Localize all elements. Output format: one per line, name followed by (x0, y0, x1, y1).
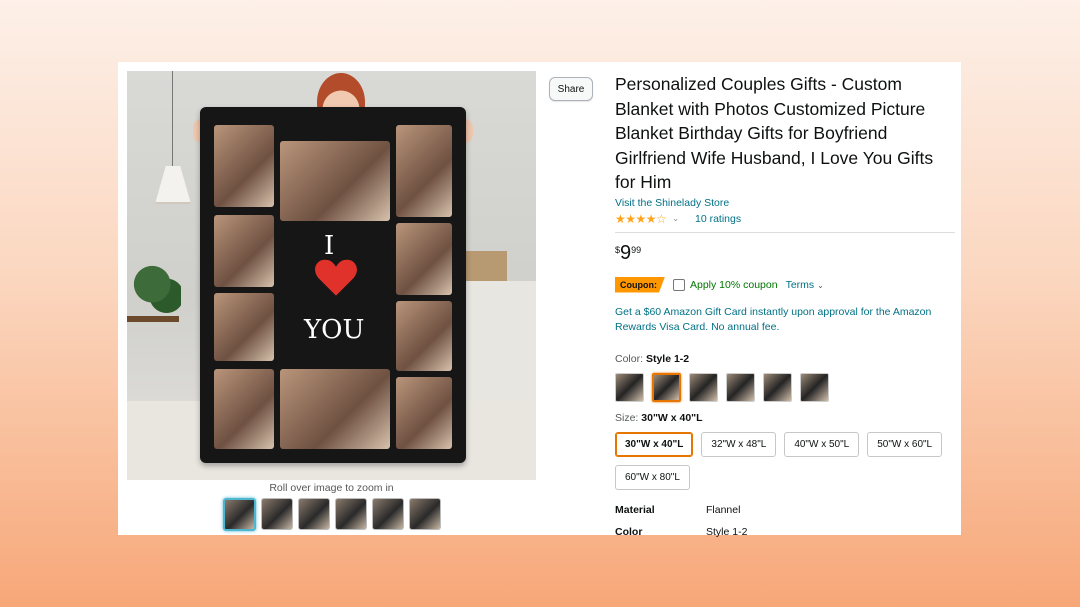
zoom-hint: Roll over image to zoom in (269, 482, 394, 494)
coupon-terms-link[interactable]: Terms ⌄ (786, 279, 824, 291)
star-rating-icon[interactable]: ★★★★☆ (615, 212, 667, 226)
divider (615, 231, 955, 233)
collage-photo (214, 215, 274, 287)
spec-value: Style 1-2 (706, 525, 748, 538)
thumbnail-1[interactable] (223, 498, 256, 531)
product-card: I YOU Roll over image to zoom in Share P… (118, 62, 961, 538)
size-option[interactable]: 60"W x 80"L (615, 464, 690, 490)
product-title: Personalized Couples Gifts - Custom Blan… (615, 74, 934, 192)
size-option[interactable]: 32"W x 48"L (701, 431, 777, 457)
price-whole: 9 (620, 241, 632, 264)
size-option[interactable]: 50"W x 60"L (867, 431, 943, 457)
main-product-image[interactable]: I YOU (127, 71, 536, 480)
lamp-decor (155, 166, 191, 204)
thumbnail-3[interactable] (298, 498, 330, 530)
blanket: I YOU (200, 107, 466, 463)
ratings-count-link[interactable]: 10 ratings (695, 213, 741, 225)
collage-photo (280, 141, 390, 221)
color-swatches (615, 372, 955, 402)
chevron-down-icon[interactable]: ⌄ (672, 214, 679, 223)
spec-key: Color (615, 525, 643, 538)
color-swatch[interactable] (689, 372, 718, 402)
spec-row-color: Color Style 1-2 (615, 526, 955, 538)
heart-icon (315, 259, 357, 296)
spec-key: Material (615, 503, 655, 516)
size-option[interactable]: 40"W x 50"L (784, 431, 860, 457)
collage-photo (396, 223, 452, 295)
thumbnail-4[interactable] (335, 498, 367, 530)
color-selected: Style 1-2 (645, 352, 690, 365)
chevron-down-icon: ⌄ (817, 280, 824, 290)
size-options: 30"W x 40"L 32"W x 48"L 40"W x 50"L 50"W… (615, 431, 960, 490)
share-button[interactable]: Share (549, 77, 593, 101)
rating-row: ★★★★☆ ⌄ 10 ratings (615, 212, 955, 226)
color-swatch-selected[interactable] (652, 372, 681, 402)
size-selected: 30"W x 40"L (641, 411, 703, 424)
size-label: Size: (615, 411, 639, 424)
thumbnail-5[interactable] (372, 498, 404, 530)
color-swatch[interactable] (800, 372, 829, 402)
collage-photo (396, 377, 452, 449)
collage-photo (214, 293, 274, 361)
coupon-label[interactable]: Apply 10% coupon (690, 279, 778, 291)
plant-decor (133, 261, 181, 319)
lamp-cord (172, 71, 173, 167)
coupon-row: Coupon: Apply 10% coupon Terms ⌄ (615, 276, 955, 293)
color-label-row: Color: Style 1-2 (615, 353, 955, 365)
coupon-badge: Coupon: (615, 276, 665, 293)
product-details: Personalized Couples Gifts - Custom Blan… (615, 72, 955, 538)
thumbnail-strip (223, 498, 441, 531)
spec-row-material: Material Flannel (615, 504, 955, 516)
thumbnail-6[interactable] (409, 498, 441, 530)
color-swatch[interactable] (726, 372, 755, 402)
collage-photo (396, 125, 452, 217)
price: $ 9 99 (615, 243, 955, 263)
giftcard-offer-link[interactable]: Get a $60 Amazon Gift Card instantly upo… (615, 305, 955, 335)
collage-photo (280, 369, 390, 449)
color-swatch[interactable] (763, 372, 792, 402)
color-swatch[interactable] (615, 372, 644, 402)
size-label-row: Size: 30"W x 40"L (615, 412, 955, 424)
terms-label: Terms (785, 278, 815, 291)
price-fraction: 99 (631, 244, 642, 255)
color-label: Color: (615, 352, 644, 365)
collage-photo (396, 301, 452, 371)
spec-value: Flannel (706, 503, 741, 516)
coupon-checkbox[interactable] (672, 278, 685, 291)
size-option-selected[interactable]: 30"W x 40"L (615, 431, 694, 457)
blanket-text-you: YOU (304, 315, 365, 345)
collage-photo (214, 125, 274, 207)
side-table-decor (127, 316, 179, 322)
store-link[interactable]: Visit the Shinelady Store (615, 197, 955, 209)
collage-photo (214, 369, 274, 449)
thumbnail-2[interactable] (261, 498, 293, 530)
